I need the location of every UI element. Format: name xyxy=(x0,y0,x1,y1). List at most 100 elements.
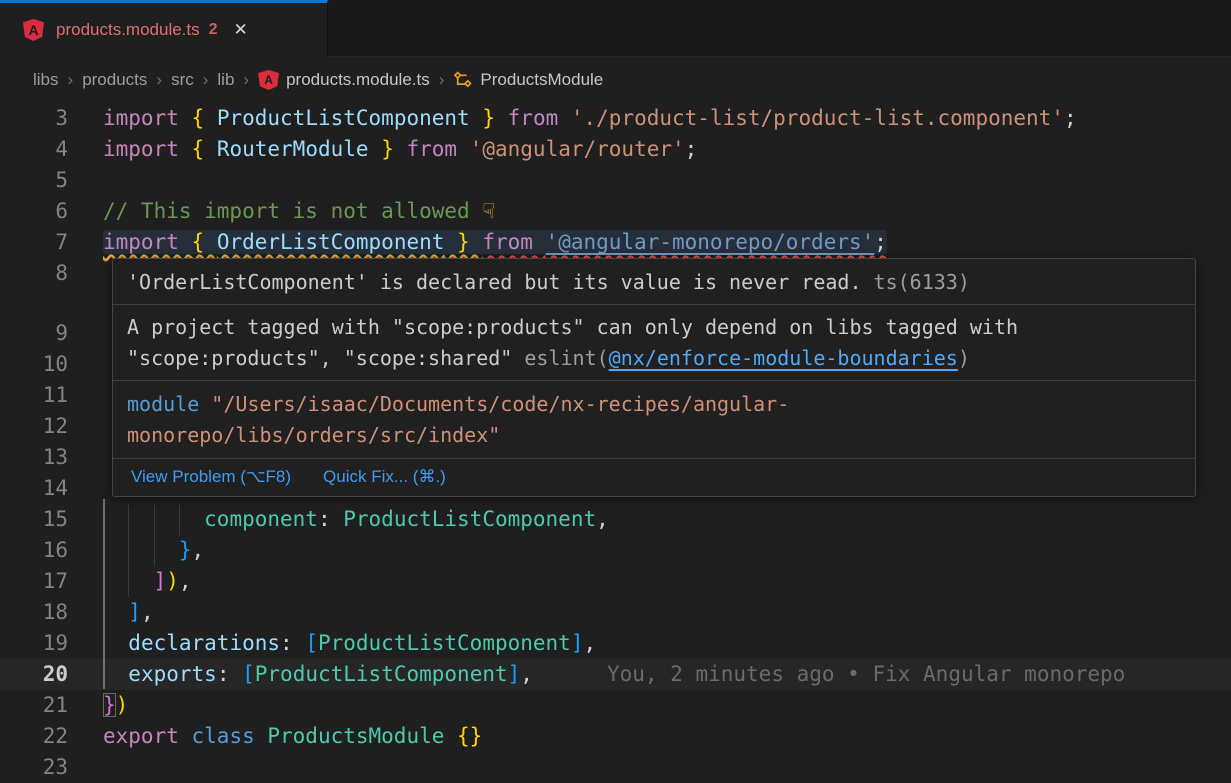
token: , xyxy=(520,662,533,686)
line-number[interactable]: 14 xyxy=(0,473,103,504)
line-number[interactable]: 19 xyxy=(0,628,103,659)
code-line[interactable]: 22export class ProductsModule {} xyxy=(0,721,1231,752)
code-content[interactable]: exports: [ProductListComponent],You, 2 m… xyxy=(103,659,1231,690)
code-line[interactable]: 17 ]), xyxy=(0,566,1231,597)
hover-text: A project tagged with "scope:products" c… xyxy=(127,315,1018,339)
token: ] xyxy=(154,569,167,593)
line-number[interactable]: 20 xyxy=(0,659,103,690)
code-line[interactable]: 19 declarations: [ProductListComponent], xyxy=(0,628,1231,659)
hover-section-3: module "/Users/isaac/Documents/code/nx-r… xyxy=(113,381,1195,459)
hover-line: monorepo/libs/orders/src/index" xyxy=(127,420,1181,451)
token: ProductListComponent xyxy=(217,106,470,130)
token: } xyxy=(179,538,192,562)
code-line[interactable]: 16 }, xyxy=(0,535,1231,566)
line-number[interactable]: 23 xyxy=(0,752,103,783)
code-line[interactable]: 5 xyxy=(0,165,1231,196)
breadcrumb-item-lib[interactable]: lib xyxy=(217,70,234,90)
token: { xyxy=(192,106,217,130)
breadcrumb-item-libs[interactable]: libs xyxy=(33,70,59,90)
line-number[interactable]: 11 xyxy=(0,380,103,411)
breadcrumb-label: products xyxy=(82,70,147,90)
view-problem-action[interactable]: View Problem (⌥F8) xyxy=(131,467,291,486)
token: ; xyxy=(1064,106,1077,130)
code-content[interactable]: // This import is not allowed ☟ xyxy=(103,196,1231,227)
code-content[interactable]: declarations: [ProductListComponent], xyxy=(103,628,1231,659)
hover-text: ts(6133) xyxy=(862,270,970,294)
line-number[interactable]: 9 xyxy=(0,318,103,349)
code-line[interactable]: 6// This import is not allowed ☟ xyxy=(0,196,1231,227)
angular-icon-shield: A xyxy=(258,70,279,90)
token: } xyxy=(482,106,495,130)
code-content[interactable]: import { ProductListComponent } from './… xyxy=(103,103,1231,134)
hover-sections: 'OrderListComponent' is declared but its… xyxy=(113,259,1195,459)
token: import xyxy=(103,106,192,130)
line-number[interactable]: 18 xyxy=(0,597,103,628)
code-line[interactable]: 4import { RouterModule } from '@angular/… xyxy=(0,134,1231,165)
code-content[interactable]: }) xyxy=(103,690,1231,721)
code-line[interactable]: 20 exports: [ProductListComponent],You, … xyxy=(0,659,1231,690)
hover-section-2: A project tagged with "scope:products" c… xyxy=(113,305,1195,381)
token: [ xyxy=(305,631,318,655)
breadcrumb-item-products-module-ts[interactable]: Aproducts.module.ts xyxy=(258,70,430,90)
code-content[interactable] xyxy=(103,752,1231,783)
line-number[interactable]: 5 xyxy=(0,165,103,196)
code-content[interactable]: }, xyxy=(103,535,1231,566)
token: : xyxy=(280,631,305,655)
code-content[interactable]: import { RouterModule } from '@angular/r… xyxy=(103,134,1231,165)
token: ProductListComponent xyxy=(318,631,571,655)
breadcrumb-item-products[interactable]: products xyxy=(82,70,147,90)
code-line[interactable]: 23 xyxy=(0,752,1231,783)
code-content[interactable]: ], xyxy=(103,597,1231,628)
chevron-right-icon: › xyxy=(243,70,249,90)
breadcrumb-item-productsmodule[interactable]: ProductsModule xyxy=(453,70,603,90)
token: ) xyxy=(166,569,179,593)
line-number[interactable]: 21 xyxy=(0,690,103,721)
breadcrumb-label: src xyxy=(171,70,194,90)
code-content[interactable]: component: ProductListComponent, xyxy=(103,504,1231,535)
hover-text: ) xyxy=(958,346,970,370)
line-number[interactable]: 15 xyxy=(0,504,103,535)
line-number[interactable]: 16 xyxy=(0,535,103,566)
line-number[interactable]: 22 xyxy=(0,721,103,752)
code-content[interactable]: ]), xyxy=(103,566,1231,597)
token: ) xyxy=(116,693,129,717)
code-line[interactable]: 7import { OrderListComponent } from '@an… xyxy=(0,227,1231,258)
line-number[interactable]: 7 xyxy=(0,227,103,258)
hover-popup: 'OrderListComponent' is declared but its… xyxy=(112,258,1196,497)
token: export xyxy=(103,724,192,748)
hover-line: A project tagged with "scope:products" c… xyxy=(127,312,1181,343)
tab-products-module[interactable]: A products.module.ts 2 ✕ xyxy=(0,0,328,57)
code-content[interactable]: export class ProductsModule {} xyxy=(103,721,1231,752)
breadcrumb-item-src[interactable]: src xyxy=(171,70,194,90)
tab-bar: A products.module.ts 2 ✕ xyxy=(0,0,1231,57)
line-number[interactable]: 6 xyxy=(0,196,103,227)
code-line[interactable]: 3import { ProductListComponent } from '.… xyxy=(0,103,1231,134)
line-number[interactable]: 13 xyxy=(0,442,103,473)
hover-rule-link[interactable]: @nx/enforce-module-boundaries xyxy=(609,346,958,370)
tab-problem-badge: 2 xyxy=(209,21,218,39)
code-line[interactable]: 15 component: ProductListComponent, xyxy=(0,504,1231,535)
code-content[interactable] xyxy=(103,165,1231,196)
hover-text: module xyxy=(127,392,211,416)
code-content[interactable]: import { OrderListComponent } from '@ang… xyxy=(103,227,1231,258)
line-number[interactable]: 3 xyxy=(0,103,103,134)
token xyxy=(103,631,128,655)
token: } xyxy=(381,137,394,161)
code-line[interactable]: 18 ], xyxy=(0,597,1231,628)
line-number[interactable]: 10 xyxy=(0,349,103,380)
token: : xyxy=(318,507,343,531)
line-number[interactable]: 17 xyxy=(0,566,103,597)
breadcrumb-label: products.module.ts xyxy=(286,70,430,90)
code-line[interactable]: 21}) xyxy=(0,690,1231,721)
hover-text: 'OrderListComponent' is declared but its… xyxy=(127,270,862,294)
token: from xyxy=(407,137,470,161)
line-number[interactable]: 8 xyxy=(0,258,103,289)
line-number[interactable]: 4 xyxy=(0,134,103,165)
quick-fix-action[interactable]: Quick Fix... (⌘.) xyxy=(323,467,446,486)
token: , xyxy=(584,631,597,655)
close-icon[interactable]: ✕ xyxy=(234,20,248,40)
line-number[interactable]: 12 xyxy=(0,411,103,442)
token: , xyxy=(192,538,205,562)
hover-line: module "/Users/isaac/Documents/code/nx-r… xyxy=(127,389,1181,420)
git-blame-annotation: You, 2 minutes ago • Fix Angular monorep… xyxy=(607,662,1125,686)
